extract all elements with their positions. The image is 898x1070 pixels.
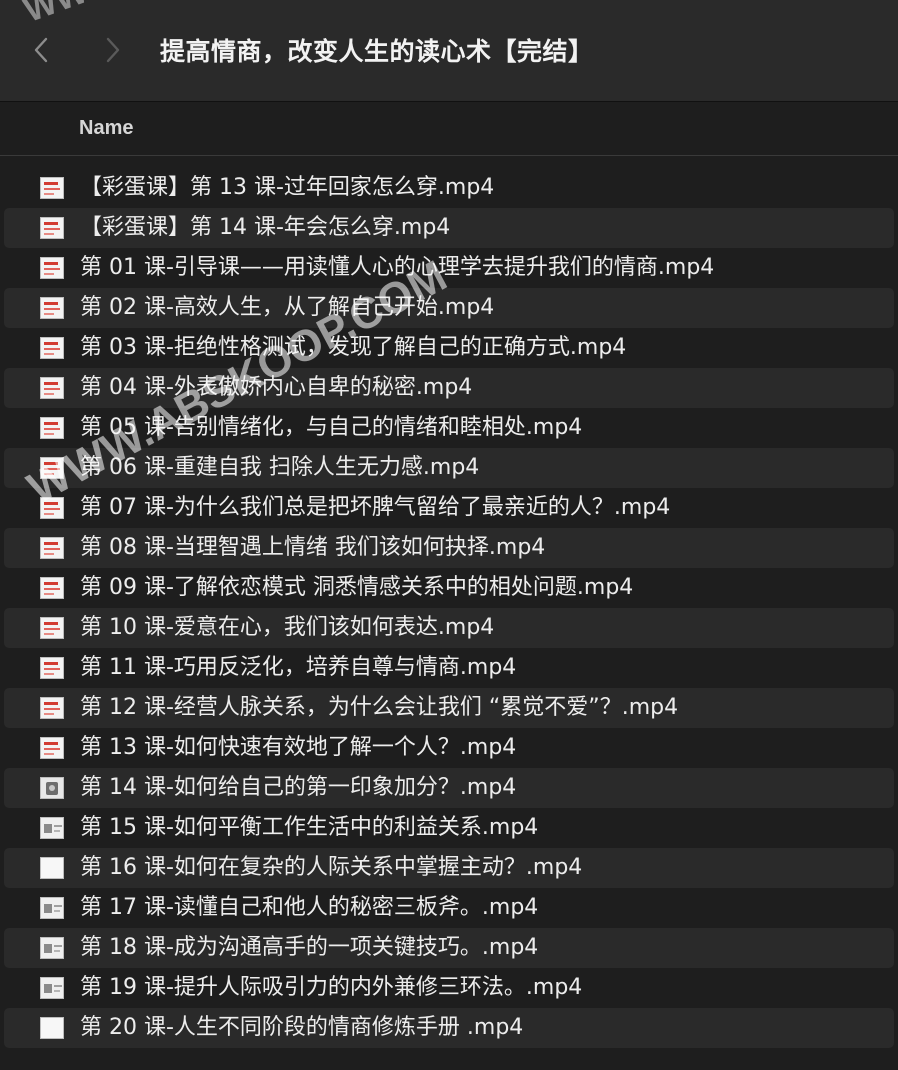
file-row[interactable]: 第 02 课-高效人生，从了解自己开始.mp4 <box>4 288 894 328</box>
file-name: 第 10 课-爱意在心，我们该如何表达.mp4 <box>80 615 495 640</box>
video-file-icon <box>40 777 64 799</box>
file-row[interactable]: 第 11 课-巧用反泛化，培养自尊与情商.mp4 <box>4 648 894 688</box>
file-name: 【彩蛋课】第 13 课-过年回家怎么穿.mp4 <box>80 175 495 200</box>
video-file-icon <box>40 617 64 639</box>
file-row[interactable]: 第 19 课-提升人际吸引力的内外兼修三环法。.mp4 <box>4 968 894 1008</box>
file-row[interactable]: 【彩蛋课】第 14 课-年会怎么穿.mp4 <box>4 208 894 248</box>
chevron-right-icon <box>106 37 120 63</box>
video-file-icon <box>40 337 64 359</box>
file-row[interactable]: 第 09 课-了解依恋模式 洞悉情感关系中的相处问题.mp4 <box>4 568 894 608</box>
file-name: 第 20 课-人生不同阶段的情商修炼手册 .mp4 <box>80 1015 524 1040</box>
video-file-icon <box>40 217 64 239</box>
name-column-header[interactable]: Name <box>79 117 133 140</box>
column-header: Name <box>0 102 898 156</box>
file-row[interactable]: 第 06 课-重建自我 扫除人生无力感.mp4 <box>4 448 894 488</box>
file-row[interactable]: 第 01 课-引导课——用读懂人心的心理学去提升我们的情商.mp4 <box>4 248 894 288</box>
file-row[interactable]: 第 20 课-人生不同阶段的情商修炼手册 .mp4 <box>4 1008 894 1048</box>
file-name: 第 09 课-了解依恋模式 洞悉情感关系中的相处问题.mp4 <box>80 575 634 600</box>
file-row[interactable]: 第 15 课-如何平衡工作生活中的利益关系.mp4 <box>4 808 894 848</box>
file-name: 第 08 课-当理智遇上情绪 我们该如何抉择.mp4 <box>80 535 546 560</box>
video-file-icon <box>40 577 64 599</box>
video-file-icon <box>40 537 64 559</box>
file-name: 第 03 课-拒绝性格测试，发现了解自己的正确方式.mp4 <box>80 335 627 360</box>
file-name: 第 01 课-引导课——用读懂人心的心理学去提升我们的情商.mp4 <box>80 255 715 280</box>
video-file-icon <box>40 817 64 839</box>
video-file-icon <box>40 977 64 999</box>
video-file-icon <box>40 697 64 719</box>
file-name: 第 07 课-为什么我们总是把坏脾气留给了最亲近的人？.mp4 <box>80 495 671 520</box>
video-file-icon <box>40 897 64 919</box>
video-file-icon <box>40 417 64 439</box>
file-name: 第 05 课-告别情绪化，与自己的情绪和睦相处.mp4 <box>80 415 583 440</box>
file-name: 第 06 课-重建自我 扫除人生无力感.mp4 <box>80 455 480 480</box>
file-row[interactable]: 第 18 课-成为沟通高手的一项关键技巧。.mp4 <box>4 928 894 968</box>
finder-window: 提高情商，改变人生的读心术【完结】 Name 【彩蛋课】第 13 课-过年回家怎… <box>0 0 898 1070</box>
file-row[interactable]: 第 16 课-如何在复杂的人际关系中掌握主动？.mp4 <box>4 848 894 888</box>
video-file-icon <box>40 937 64 959</box>
file-name: 第 04 课-外表傲娇内心自卑的秘密.mp4 <box>80 375 473 400</box>
file-name: 第 14 课-如何给自己的第一印象加分？.mp4 <box>80 775 517 800</box>
file-row[interactable]: 第 04 课-外表傲娇内心自卑的秘密.mp4 <box>4 368 894 408</box>
file-row[interactable]: 第 08 课-当理智遇上情绪 我们该如何抉择.mp4 <box>4 528 894 568</box>
video-file-icon <box>40 297 64 319</box>
video-file-icon <box>40 497 64 519</box>
file-name: 第 02 课-高效人生，从了解自己开始.mp4 <box>80 295 495 320</box>
file-row[interactable]: 【彩蛋课】第 13 课-过年回家怎么穿.mp4 <box>4 168 894 208</box>
file-name: 第 19 课-提升人际吸引力的内外兼修三环法。.mp4 <box>80 975 583 1000</box>
file-row[interactable]: 第 03 课-拒绝性格测试，发现了解自己的正确方式.mp4 <box>4 328 894 368</box>
video-file-icon <box>40 857 64 879</box>
file-name: 第 18 课-成为沟通高手的一项关键技巧。.mp4 <box>80 935 539 960</box>
file-name: 第 12 课-经营人脉关系，为什么会让我们 “累觉不爱”？.mp4 <box>80 695 679 720</box>
file-row[interactable]: 第 05 课-告别情绪化，与自己的情绪和睦相处.mp4 <box>4 408 894 448</box>
file-name: 第 16 课-如何在复杂的人际关系中掌握主动？.mp4 <box>80 855 583 880</box>
video-file-icon <box>40 657 64 679</box>
file-name: 第 11 课-巧用反泛化，培养自尊与情商.mp4 <box>80 655 517 680</box>
file-list: 【彩蛋课】第 13 课-过年回家怎么穿.mp4 【彩蛋课】第 14 课-年会怎么穿… <box>4 168 894 1048</box>
file-row[interactable]: 第 12 课-经营人脉关系，为什么会让我们 “累觉不爱”？.mp4 <box>4 688 894 728</box>
file-name: 第 13 课-如何快速有效地了解一个人？.mp4 <box>80 735 517 760</box>
file-name: 【彩蛋课】第 14 课-年会怎么穿.mp4 <box>80 215 451 240</box>
file-name: 第 15 课-如何平衡工作生活中的利益关系.mp4 <box>80 815 539 840</box>
forward-button[interactable] <box>98 30 128 70</box>
file-row[interactable]: 第 14 课-如何给自己的第一印象加分？.mp4 <box>4 768 894 808</box>
chevron-left-icon <box>34 37 48 63</box>
video-file-icon <box>40 737 64 759</box>
file-row[interactable]: 第 10 课-爱意在心，我们该如何表达.mp4 <box>4 608 894 648</box>
video-file-icon <box>40 1017 64 1039</box>
video-file-icon <box>40 457 64 479</box>
file-name: 第 17 课-读懂自己和他人的秘密三板斧。.mp4 <box>80 895 539 920</box>
toolbar: 提高情商，改变人生的读心术【完结】 <box>0 0 898 102</box>
window-title: 提高情商，改变人生的读心术【完结】 <box>160 37 594 66</box>
file-row[interactable]: 第 07 课-为什么我们总是把坏脾气留给了最亲近的人？.mp4 <box>4 488 894 528</box>
file-row[interactable]: 第 17 课-读懂自己和他人的秘密三板斧。.mp4 <box>4 888 894 928</box>
video-file-icon <box>40 257 64 279</box>
video-file-icon <box>40 177 64 199</box>
video-file-icon <box>40 377 64 399</box>
back-button[interactable] <box>26 30 56 70</box>
file-row[interactable]: 第 13 课-如何快速有效地了解一个人？.mp4 <box>4 728 894 768</box>
